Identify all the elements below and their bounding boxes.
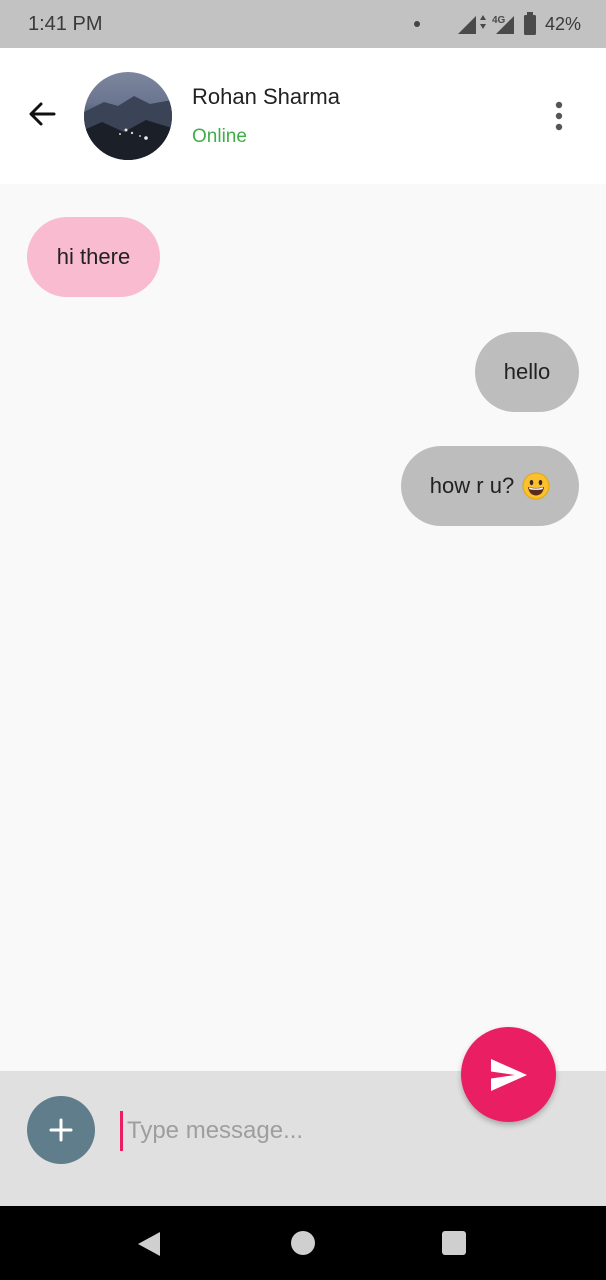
back-button[interactable]	[22, 94, 62, 134]
chat-header: Rohan Sharma Online	[0, 48, 606, 184]
contact-name[interactable]: Rohan Sharma	[192, 84, 340, 110]
message-text: hi there	[56, 244, 131, 269]
nav-recents-icon[interactable]	[441, 1230, 467, 1256]
system-nav-bar	[0, 1206, 606, 1280]
avatar-image	[84, 96, 172, 160]
signal-icon: 4G	[458, 12, 536, 35]
message-bubble-outgoing[interactable]: how r u?	[401, 446, 579, 526]
status-time: 1:41 PM	[28, 13, 103, 35]
more-options-button[interactable]	[542, 94, 576, 138]
message-text: how r u?	[429, 473, 515, 498]
nav-back-icon[interactable]	[136, 1230, 162, 1258]
message-input[interactable]	[120, 1111, 447, 1151]
status-bar: 1:41 PM 4G 42%	[0, 0, 606, 48]
send-icon	[490, 1058, 527, 1091]
nav-home-icon[interactable]	[290, 1230, 316, 1256]
add-attachment-button[interactable]	[27, 1096, 95, 1164]
battery-percentage: 42%	[545, 14, 582, 34]
arrow-left-icon	[29, 102, 56, 126]
message-bubble-outgoing[interactable]: hello	[475, 332, 579, 412]
contact-status: Online	[192, 126, 247, 147]
message-bubble-incoming[interactable]: hi there	[27, 217, 160, 297]
more-vert-icon	[555, 101, 563, 131]
network-type-label: 4G	[492, 15, 506, 26]
plus-icon	[49, 1118, 73, 1142]
avatar[interactable]	[84, 72, 172, 160]
send-button[interactable]	[461, 1027, 556, 1122]
grinning-face-emoji-icon	[522, 472, 550, 500]
message-text: hello	[503, 359, 551, 384]
notification-dot-icon	[414, 21, 420, 27]
